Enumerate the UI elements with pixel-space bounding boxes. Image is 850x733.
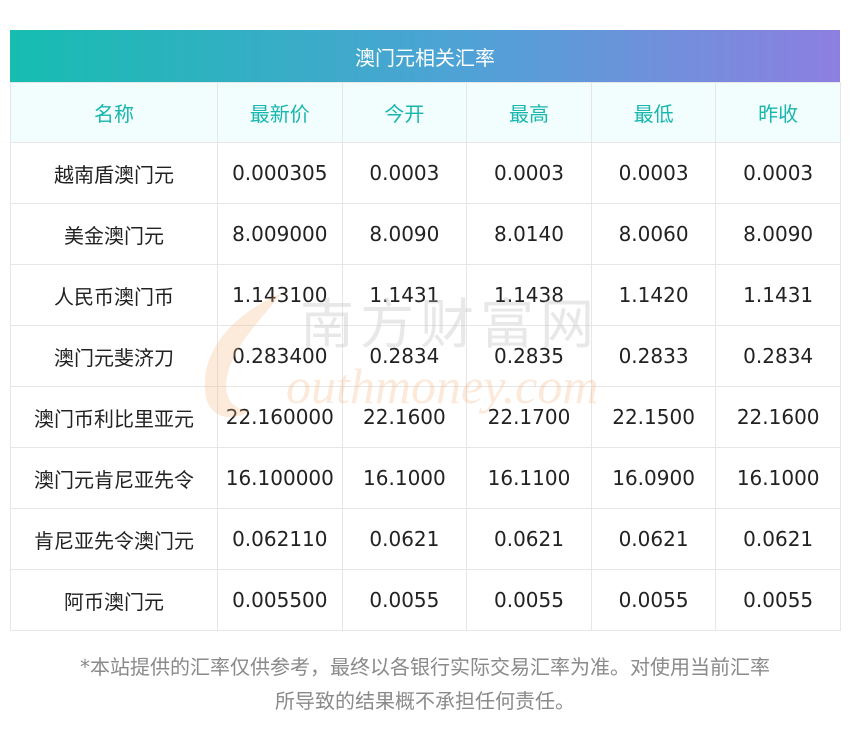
cell-name: 美金澳门元 — [10, 203, 218, 265]
header-row: 名称 最新价 今开 最高 最低 昨收 — [10, 82, 841, 143]
cell-high: 16.1100 — [466, 447, 592, 509]
table-row: 阿币澳门元 0.005500 0.0055 0.0055 0.0055 0.00… — [10, 569, 841, 631]
cell-low: 22.1500 — [590, 386, 717, 448]
cell-name: 越南盾澳门元 — [10, 142, 218, 204]
cell-prev-close: 8.0090 — [715, 203, 841, 265]
exchange-rate-table: 名称 最新价 今开 最高 最低 昨收 越南盾澳门元 0.000305 0.000… — [10, 82, 841, 631]
cell-open: 0.2834 — [341, 325, 468, 387]
col-header-open: 今开 — [341, 82, 468, 143]
cell-latest: 0.005500 — [217, 569, 343, 631]
cell-open: 8.0090 — [341, 203, 468, 265]
cell-latest: 16.100000 — [217, 447, 343, 509]
exchange-rate-card: 澳门元相关汇率 名称 最新价 今开 最高 最低 昨收 越南盾澳门元 0.0003… — [10, 30, 841, 631]
col-header-latest: 最新价 — [217, 82, 343, 143]
cell-name: 澳门元斐济刀 — [10, 325, 218, 387]
col-header-name: 名称 — [10, 82, 218, 143]
cell-prev-close: 0.2834 — [715, 325, 841, 387]
cell-latest: 0.000305 — [217, 142, 343, 204]
cell-open: 0.0003 — [341, 142, 468, 204]
cell-low: 8.0060 — [590, 203, 717, 265]
cell-latest: 8.009000 — [217, 203, 343, 265]
cell-low: 0.2833 — [590, 325, 717, 387]
table-row: 越南盾澳门元 0.000305 0.0003 0.0003 0.0003 0.0… — [10, 142, 841, 204]
cell-open: 0.0621 — [341, 508, 468, 570]
cell-high: 0.0003 — [466, 142, 592, 204]
cell-prev-close: 1.1431 — [715, 264, 841, 326]
cell-name: 人民币澳门币 — [10, 264, 218, 326]
disclaimer-line-1: *本站提供的汇率仅供参考，最终以各银行实际交易汇率为准。对使用当前汇率 — [80, 655, 770, 679]
col-header-low: 最低 — [590, 82, 717, 143]
disclaimer-line-2: 所导致的结果概不承担任何责任。 — [275, 689, 575, 713]
col-header-prev-close: 昨收 — [715, 82, 841, 143]
cell-latest: 0.283400 — [217, 325, 343, 387]
table-row: 澳门币利比里亚元 22.160000 22.1600 22.1700 22.15… — [10, 386, 841, 448]
cell-open: 0.0055 — [341, 569, 468, 631]
cell-open: 1.1431 — [341, 264, 468, 326]
cell-high: 22.1700 — [466, 386, 592, 448]
cell-latest: 0.062110 — [217, 508, 343, 570]
cell-latest: 22.160000 — [217, 386, 343, 448]
cell-name: 肯尼亚先令澳门元 — [10, 508, 218, 570]
cell-prev-close: 0.0621 — [715, 508, 841, 570]
col-header-high: 最高 — [466, 82, 592, 143]
cell-prev-close: 0.0055 — [715, 569, 841, 631]
table-row: 肯尼亚先令澳门元 0.062110 0.0621 0.0621 0.0621 0… — [10, 508, 841, 570]
cell-prev-close: 16.1000 — [715, 447, 841, 509]
table-row: 澳门元肯尼亚先令 16.100000 16.1000 16.1100 16.09… — [10, 447, 841, 509]
cell-high: 1.1438 — [466, 264, 592, 326]
cell-high: 0.0621 — [466, 508, 592, 570]
cell-high: 0.0055 — [466, 569, 592, 631]
table-row: 人民币澳门币 1.143100 1.1431 1.1438 1.1420 1.1… — [10, 264, 841, 326]
table-row: 美金澳门元 8.009000 8.0090 8.0140 8.0060 8.00… — [10, 203, 841, 265]
cell-low: 1.1420 — [590, 264, 717, 326]
cell-latest: 1.143100 — [217, 264, 343, 326]
disclaimer: *本站提供的汇率仅供参考，最终以各银行实际交易汇率为准。对使用当前汇率 所导致的… — [10, 650, 840, 718]
cell-name: 澳门币利比里亚元 — [10, 386, 218, 448]
cell-low: 0.0621 — [590, 508, 717, 570]
cell-low: 0.0003 — [590, 142, 717, 204]
table-title: 澳门元相关汇率 — [10, 30, 840, 82]
cell-name: 阿币澳门元 — [10, 569, 218, 631]
cell-prev-close: 22.1600 — [715, 386, 841, 448]
cell-low: 0.0055 — [590, 569, 717, 631]
cell-open: 22.1600 — [341, 386, 468, 448]
cell-high: 8.0140 — [466, 203, 592, 265]
table-row: 澳门元斐济刀 0.283400 0.2834 0.2835 0.2833 0.2… — [10, 325, 841, 387]
cell-open: 16.1000 — [341, 447, 468, 509]
cell-high: 0.2835 — [466, 325, 592, 387]
cell-low: 16.0900 — [590, 447, 717, 509]
cell-name: 澳门元肯尼亚先令 — [10, 447, 218, 509]
cell-prev-close: 0.0003 — [715, 142, 841, 204]
